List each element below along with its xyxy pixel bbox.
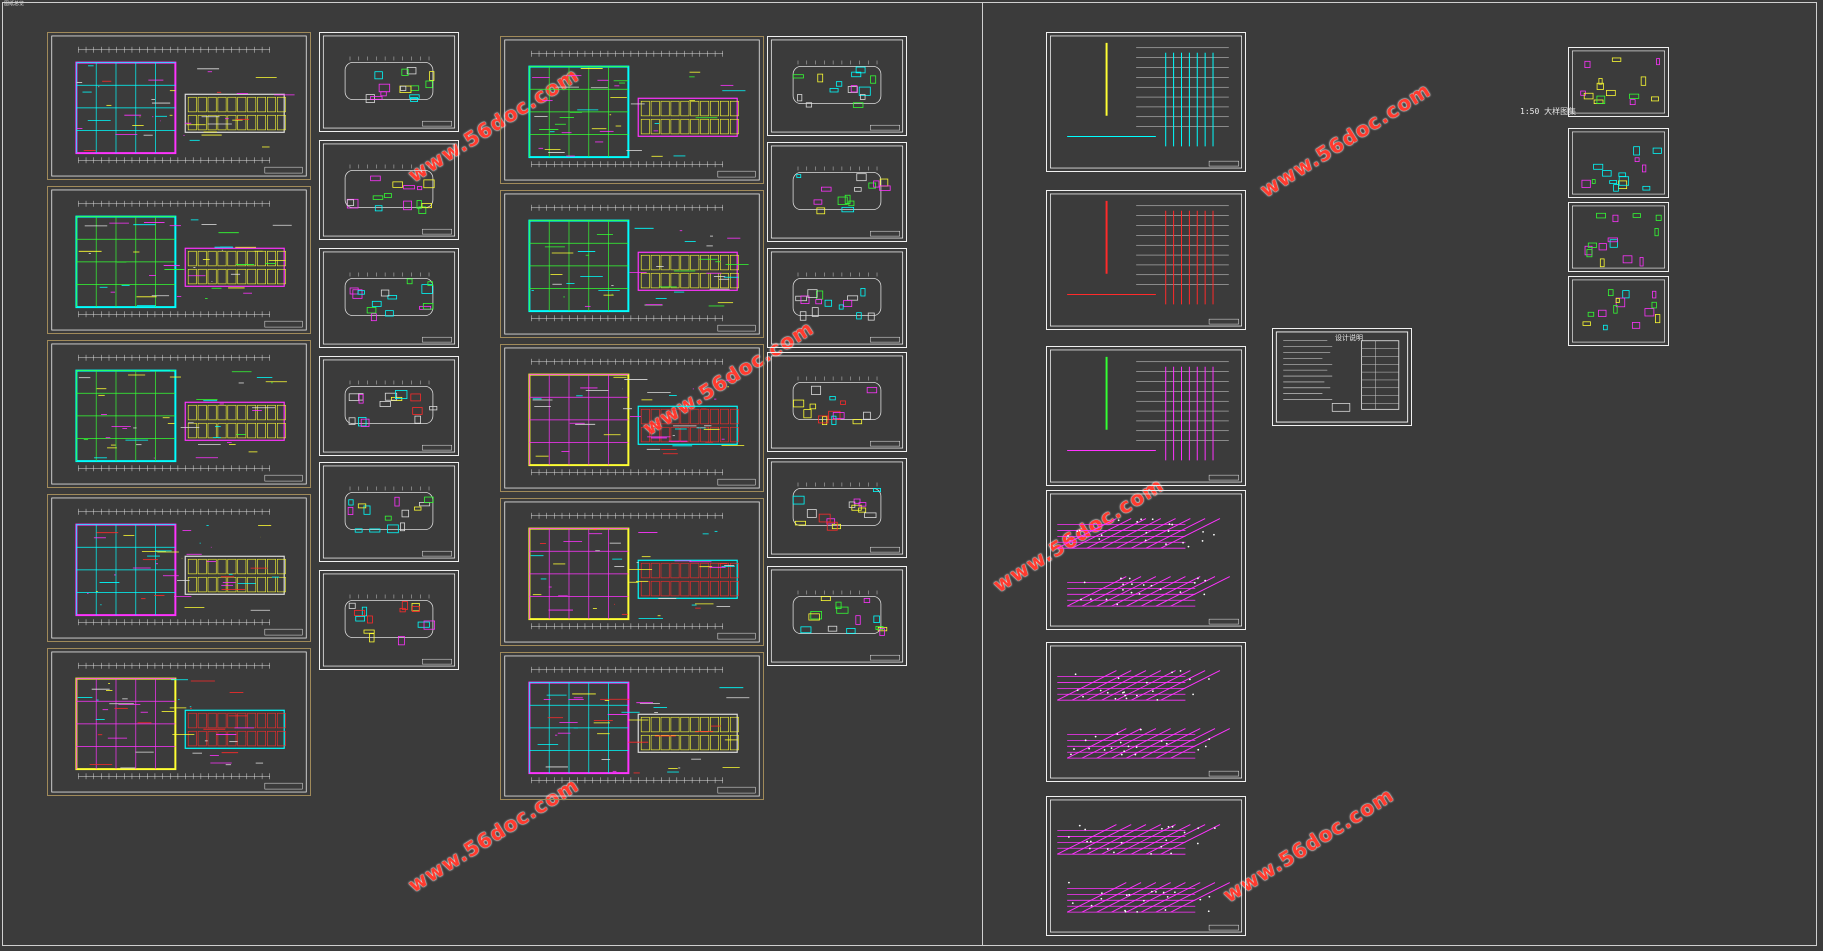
sheet-small-plan-b[interactable] (767, 36, 907, 136)
legend-sheet[interactable]: 设计说明 (1272, 328, 1412, 426)
sheet-detail[interactable] (1568, 128, 1669, 198)
small-plan-drawing (322, 465, 456, 559)
sheet-detail[interactable] (1568, 202, 1669, 272)
small-plan-drawing (770, 461, 904, 555)
small-plan-drawing (770, 251, 904, 345)
sheet-plan-mid[interactable] (500, 36, 764, 184)
sheet-system-diagram[interactable] (1046, 190, 1246, 330)
detail-drawing (1572, 205, 1665, 269)
floor-plan-drawing (51, 35, 307, 177)
riser-diagram-drawing (1049, 35, 1243, 169)
riser-diagram-drawing (1049, 349, 1243, 483)
sheet-small-plan-b[interactable] (767, 352, 907, 452)
small-plan-drawing (770, 39, 904, 133)
sheet-small-plan-a[interactable] (319, 32, 459, 132)
legend-title: 设计说明 (1335, 334, 1363, 342)
floor-plan-drawing (51, 343, 307, 485)
small-plan-drawing (322, 35, 456, 129)
floor-plan-drawing (504, 39, 760, 181)
floor-plan-drawing (51, 651, 307, 793)
sheet-plan-left[interactable] (47, 494, 311, 642)
sheet-small-plan-a[interactable] (319, 570, 459, 670)
small-plan-drawing (322, 359, 456, 453)
system-diagram-drawing (1049, 493, 1243, 627)
sheet-system-diagram[interactable] (1046, 32, 1246, 172)
sheet-plan-left[interactable] (47, 648, 311, 796)
sheet-plan-mid[interactable] (500, 344, 764, 492)
riser-diagram-drawing (1049, 193, 1243, 327)
sheet-system-diagram[interactable] (1046, 346, 1246, 486)
small-plan-drawing (770, 355, 904, 449)
sheet-small-plan-b[interactable] (767, 142, 907, 242)
system-diagram-drawing (1049, 799, 1243, 933)
sheet-small-plan-b[interactable] (767, 248, 907, 348)
system-diagram-drawing (1049, 645, 1243, 779)
sheet-plan-mid[interactable] (500, 652, 764, 800)
small-plan-drawing (770, 145, 904, 239)
sheet-detail[interactable] (1568, 276, 1669, 346)
sheet-plan-mid[interactable] (500, 190, 764, 338)
sheet-plan-mid[interactable] (500, 498, 764, 646)
layout-divider (982, 2, 983, 946)
small-plan-drawing (322, 143, 456, 237)
sheet-small-plan-b[interactable] (767, 458, 907, 558)
small-plan-drawing (322, 573, 456, 667)
sheet-small-plan-a[interactable] (319, 140, 459, 240)
floor-plan-drawing (504, 501, 760, 643)
sheet-plan-left[interactable] (47, 340, 311, 488)
small-plan-drawing (322, 251, 456, 345)
sheet-small-plan-a[interactable] (319, 356, 459, 456)
small-plan-drawing (770, 569, 904, 663)
detail-drawing (1572, 131, 1665, 195)
cad-model-space[interactable]: 图纸总览 设计说明 1:50 大样图集 www.56doc.com www.56… (0, 0, 1823, 951)
sheet-small-plan-b[interactable] (767, 566, 907, 666)
floor-plan-drawing (504, 655, 760, 797)
legend-drawing (1275, 331, 1409, 423)
floor-plan-drawing (51, 189, 307, 331)
sheet-plan-left[interactable] (47, 186, 311, 334)
sheet-system-diagram[interactable] (1046, 796, 1246, 936)
floor-plan-drawing (504, 347, 760, 489)
sheet-small-plan-a[interactable] (319, 248, 459, 348)
sheet-detail[interactable] (1568, 47, 1669, 117)
detail-drawing (1572, 50, 1665, 114)
sheet-small-plan-a[interactable] (319, 462, 459, 562)
floor-plan-drawing (504, 193, 760, 335)
sheet-plan-left[interactable] (47, 32, 311, 180)
floor-plan-drawing (51, 497, 307, 639)
sheet-system-diagram[interactable] (1046, 490, 1246, 630)
detail-drawing (1572, 279, 1665, 343)
sheet-system-diagram[interactable] (1046, 642, 1246, 782)
